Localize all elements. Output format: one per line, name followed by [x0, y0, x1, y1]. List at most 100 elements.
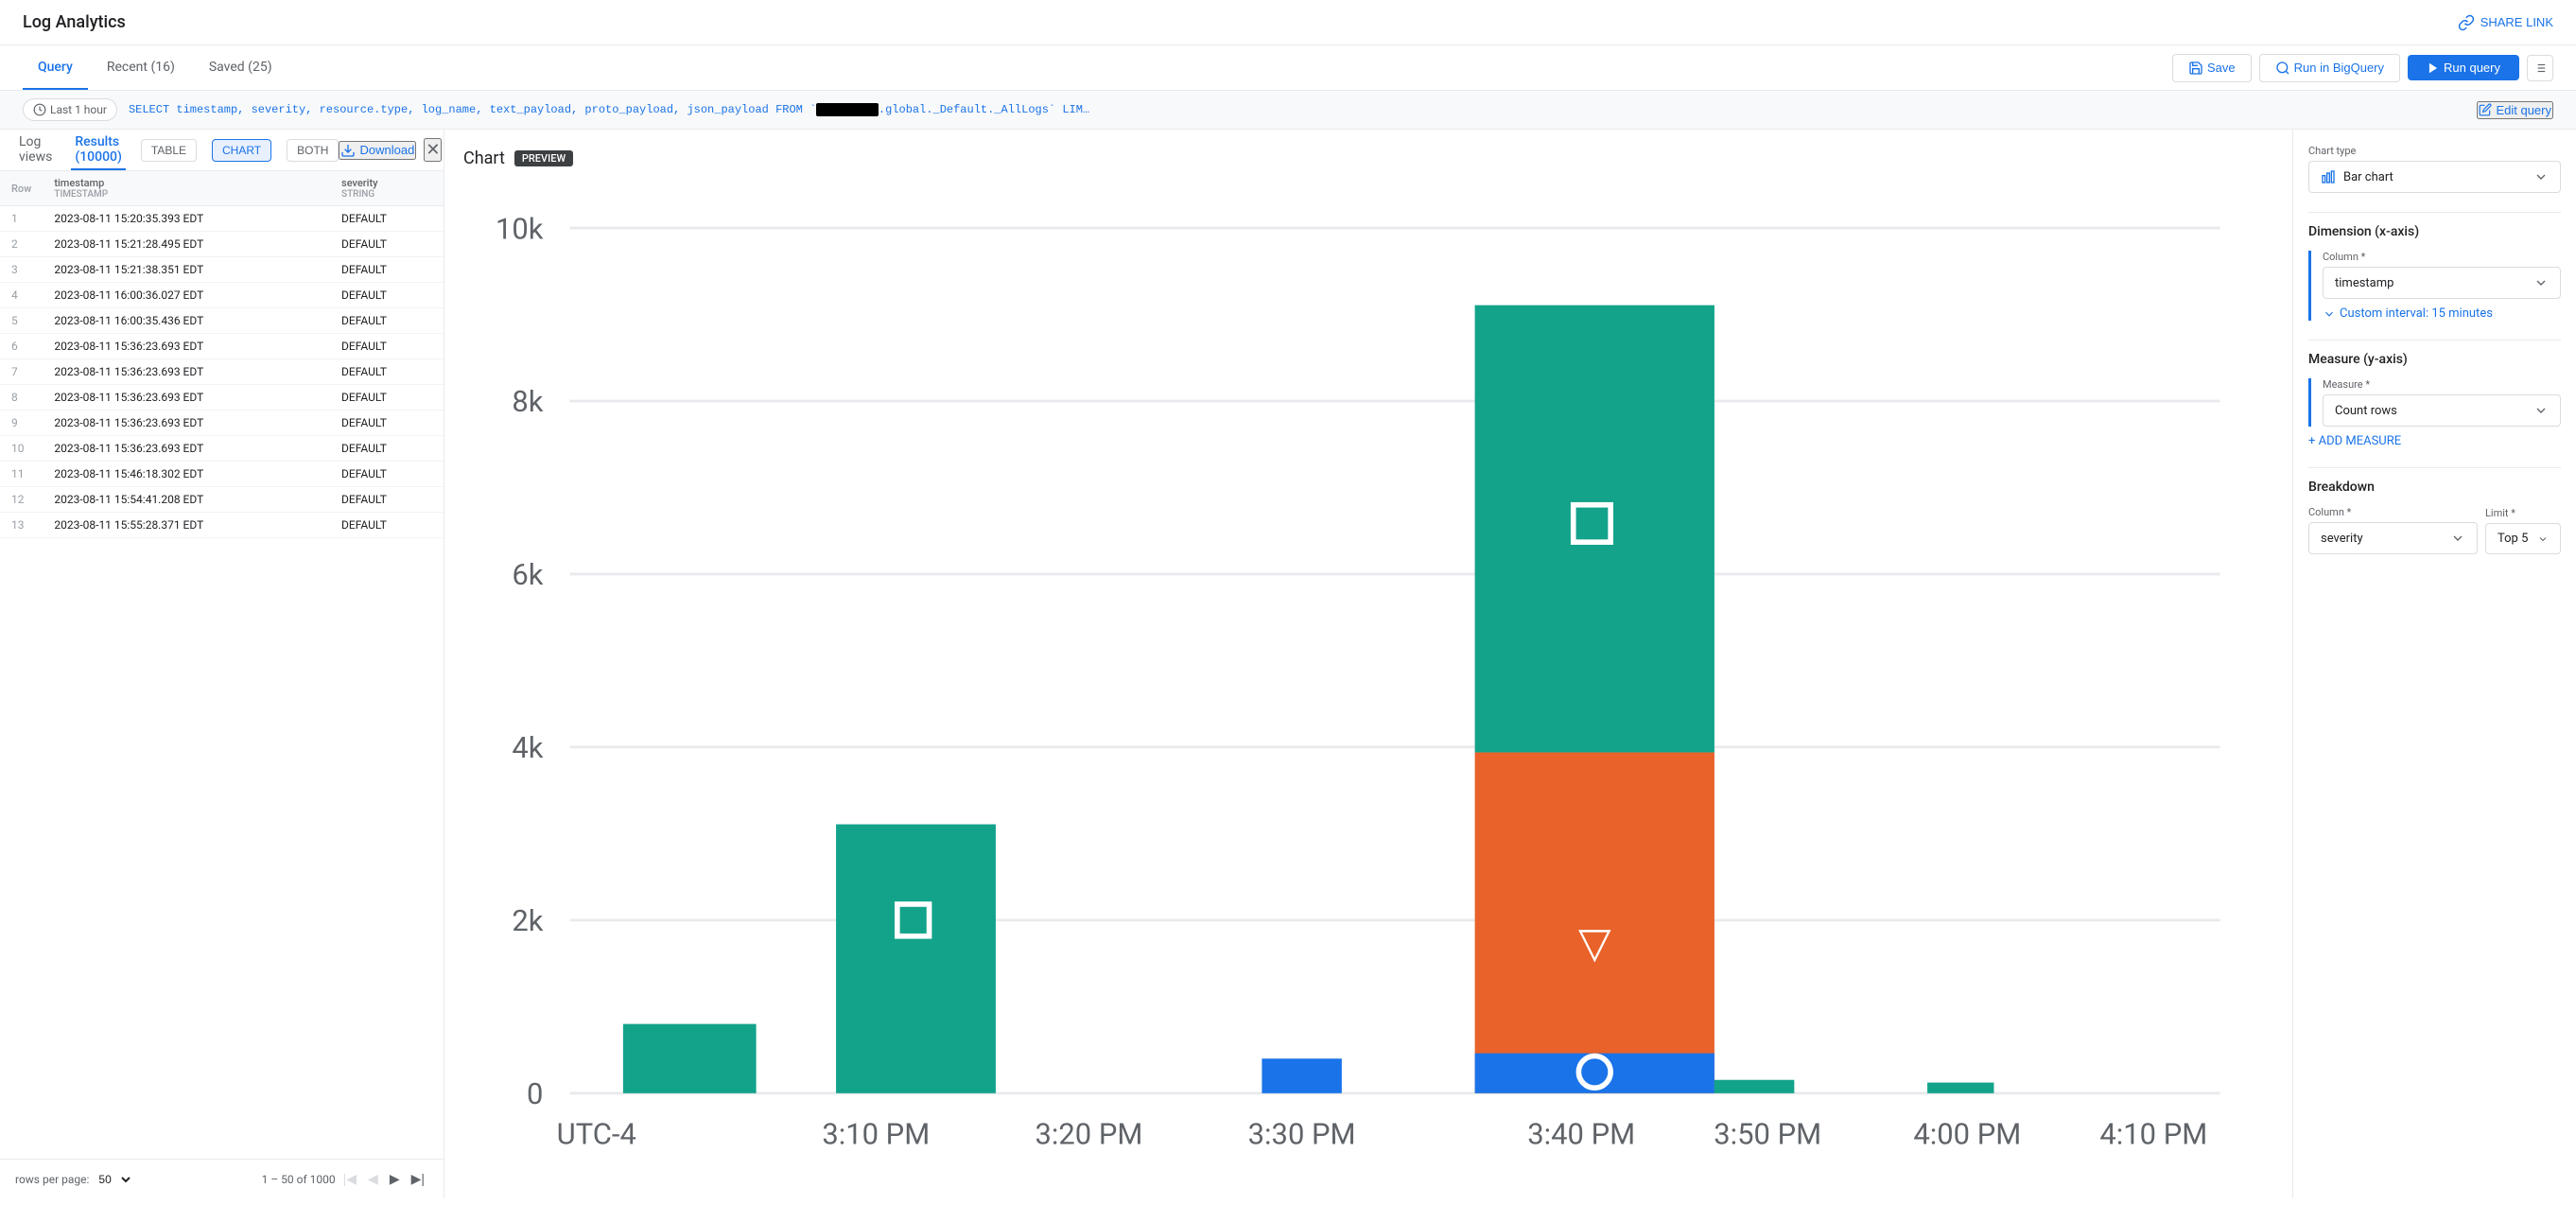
breakdown-column-select[interactable]: severity [2308, 522, 2478, 554]
chart-type-section: Chart type Bar chart [2308, 145, 2561, 193]
tab-both-button[interactable]: BOTH [287, 139, 339, 162]
measure-value: Count rows [2335, 404, 2397, 418]
cell-row: 3 [0, 257, 43, 283]
run-query-button[interactable]: Run query [2408, 55, 2519, 80]
tabs-row: Query Recent (16) Saved (25) Save Run in… [0, 45, 2576, 91]
last-page-button[interactable]: ▶| [408, 1167, 428, 1191]
breakdown-limit-select[interactable]: Top 5 [2485, 523, 2561, 554]
chevron-down-icon [2323, 307, 2336, 321]
divider-2 [2308, 340, 2561, 341]
save-button[interactable]: Save [2172, 54, 2252, 82]
cell-severity: DEFAULT [330, 334, 444, 359]
cell-severity: DEFAULT [330, 232, 444, 257]
col-header-timestamp: timestamp TIMESTAMP [43, 171, 330, 206]
table-row: 9 2023-08-11 15:36:23.693 EDT DEFAULT [0, 410, 444, 436]
view-tabs-right: Download ✕ [339, 138, 442, 162]
measure-select[interactable]: Count rows [2323, 394, 2561, 427]
page-range: 1 – 50 of 1000 [262, 1173, 336, 1186]
rows-per-page-select[interactable]: 50 100 [95, 1172, 133, 1187]
download-icon [340, 143, 356, 158]
dropdown-icon-5 [2537, 533, 2549, 545]
svg-text:10k: 10k [496, 211, 544, 246]
cell-timestamp: 2023-08-11 16:00:35.436 EDT [43, 308, 330, 334]
dropdown-icon-2 [2533, 275, 2549, 290]
cell-row: 11 [0, 462, 43, 487]
share-link-label: SHARE LINK [2480, 15, 2553, 29]
chart-title: Chart [463, 148, 505, 168]
cell-timestamp: 2023-08-11 15:21:28.495 EDT [43, 232, 330, 257]
svg-text:UTC-4: UTC-4 [557, 1116, 636, 1151]
pagination-bar: rows per page: 50 100 1 – 50 of 1000 |◀ … [0, 1159, 444, 1198]
time-badge[interactable]: Last 1 hour [23, 98, 117, 121]
tab-chart-button[interactable]: CHART [212, 139, 271, 162]
next-page-button[interactable]: ▶ [386, 1167, 404, 1191]
table-row: 10 2023-08-11 15:36:23.693 EDT DEFAULT [0, 436, 444, 462]
cell-severity: DEFAULT [330, 385, 444, 410]
query-text: SELECT timestamp, severity, resource.typ… [129, 103, 2466, 116]
cell-severity: DEFAULT [330, 436, 444, 462]
edit-query-button[interactable]: Edit query [2477, 101, 2553, 119]
cell-row: 6 [0, 334, 43, 359]
chart-type-select[interactable]: Bar chart [2308, 161, 2561, 193]
prev-page-button[interactable]: ◀ [364, 1167, 382, 1191]
first-page-button[interactable]: |◀ [339, 1167, 360, 1191]
measure-group: Measure * Count rows [2308, 378, 2561, 427]
table-row: 1 2023-08-11 15:20:35.393 EDT DEFAULT [0, 206, 444, 232]
add-measure-button[interactable]: + ADD MEASURE [2308, 434, 2561, 448]
svg-text:6k: 6k [512, 557, 543, 592]
custom-interval-toggle[interactable]: Custom interval: 15 minutes [2323, 306, 2561, 321]
cell-row: 10 [0, 436, 43, 462]
bar-chart-icon [2321, 169, 2336, 184]
cell-timestamp: 2023-08-11 15:20:35.393 EDT [43, 206, 330, 232]
time-label: Last 1 hour [50, 103, 107, 116]
run-in-bigquery-button[interactable]: Run in BigQuery [2259, 54, 2400, 82]
table-row: 5 2023-08-11 16:00:35.436 EDT DEFAULT [0, 308, 444, 334]
table-row: 7 2023-08-11 15:36:23.693 EDT DEFAULT [0, 359, 444, 385]
tab-recent[interactable]: Recent (16) [92, 45, 190, 90]
cell-timestamp: 2023-08-11 15:36:23.693 EDT [43, 334, 330, 359]
tab-results[interactable]: Results (10000) [71, 130, 126, 170]
share-link-button[interactable]: SHARE LINK [2458, 14, 2553, 31]
table-row: 13 2023-08-11 15:55:28.371 EDT DEFAULT [0, 513, 444, 538]
main-layout: Log views Results (10000) TABLE CHART BO… [0, 130, 2576, 1198]
dimension-column-select[interactable]: timestamp [2323, 267, 2561, 299]
tab-query[interactable]: Query [23, 45, 88, 90]
breakdown-column-value: severity [2321, 532, 2363, 546]
sort-button[interactable] [2527, 55, 2553, 81]
svg-text:0: 0 [527, 1076, 543, 1111]
save-icon [2188, 61, 2203, 76]
chart-type-value: Bar chart [2343, 170, 2393, 184]
cell-severity: DEFAULT [330, 257, 444, 283]
chart-header: Chart PREVIEW [463, 148, 2273, 168]
svg-text:3:30 PM: 3:30 PM [1248, 1116, 1356, 1151]
cell-severity: DEFAULT [330, 308, 444, 334]
tab-table-button[interactable]: TABLE [141, 139, 197, 162]
cell-severity: DEFAULT [330, 462, 444, 487]
dimension-title: Dimension (x-axis) [2308, 224, 2561, 239]
download-button[interactable]: Download [339, 141, 416, 160]
bar-chart-svg: 10k 8k 6k 4k 2k 0 [463, 183, 2273, 1198]
cell-severity: DEFAULT [330, 206, 444, 232]
table-row: 6 2023-08-11 15:36:23.693 EDT DEFAULT [0, 334, 444, 359]
bigquery-icon [2275, 61, 2290, 76]
dropdown-icon [2533, 169, 2549, 184]
tab-log-views[interactable]: Log views [15, 130, 56, 170]
svg-text:2k: 2k [512, 903, 543, 938]
close-button[interactable]: ✕ [424, 138, 442, 162]
table-row: 2 2023-08-11 15:21:28.495 EDT DEFAULT [0, 232, 444, 257]
chart-area: 10k 8k 6k 4k 2k 0 [463, 183, 2273, 1198]
chart-panel: Chart PREVIEW 10k 8k 6k 4k 2k 0 [444, 130, 2292, 1198]
cell-timestamp: 2023-08-11 15:36:23.693 EDT [43, 410, 330, 436]
breakdown-row: Column * severity Limit * Top 5 [2308, 506, 2561, 554]
cell-row: 4 [0, 283, 43, 308]
redacted-text: ████████ [816, 103, 879, 116]
breakdown-column-group: Column * severity [2308, 506, 2478, 554]
tab-saved[interactable]: Saved (25) [194, 45, 287, 90]
cell-timestamp: 2023-08-11 15:46:18.302 EDT [43, 462, 330, 487]
divider-1 [2308, 212, 2561, 213]
svg-text:▽: ▽ [1578, 917, 1611, 968]
cell-row: 9 [0, 410, 43, 436]
cell-row: 8 [0, 385, 43, 410]
svg-text:4:10 PM: 4:10 PM [2099, 1116, 2207, 1151]
cell-row: 2 [0, 232, 43, 257]
